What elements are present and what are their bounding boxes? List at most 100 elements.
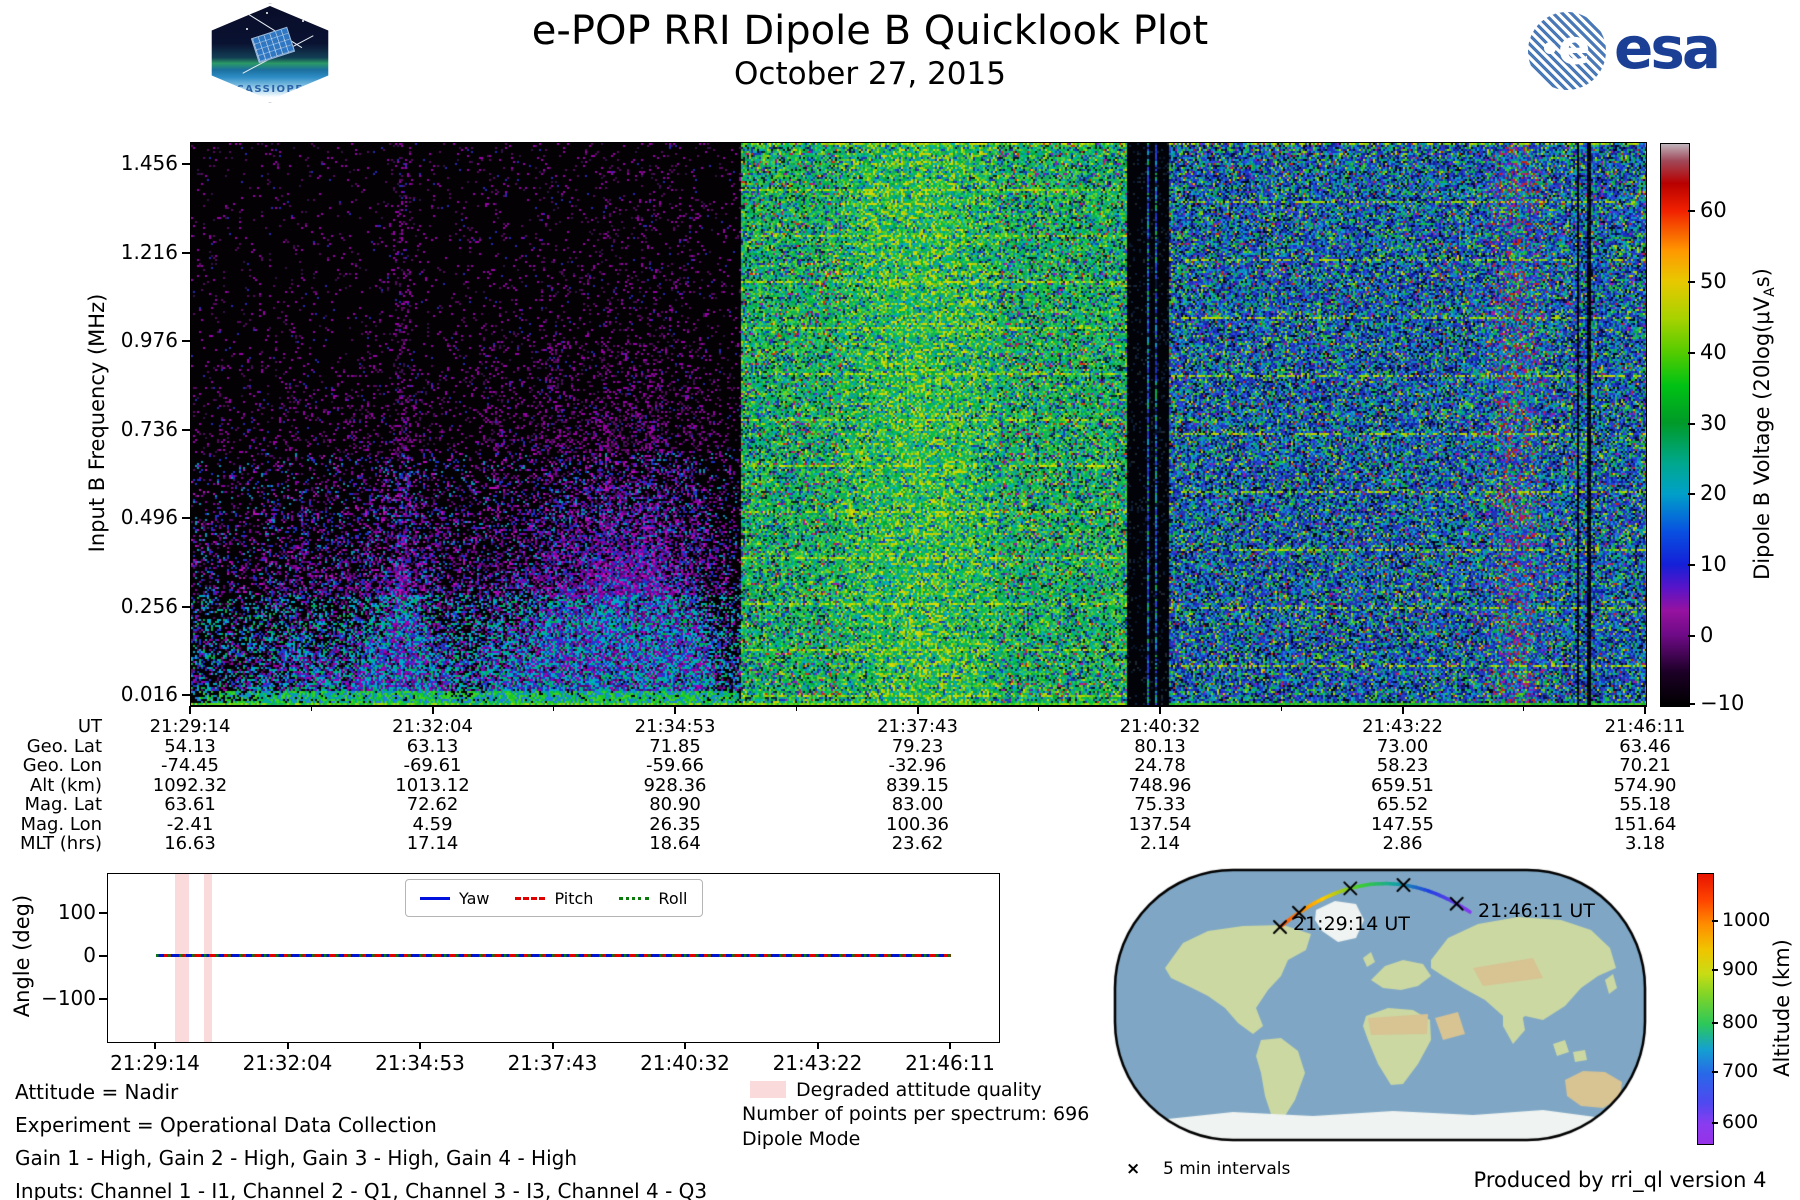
- spectrogram-x-minor-tick-mark: [1281, 706, 1282, 711]
- ephemeris-cell: 23.62: [830, 834, 1006, 854]
- attitude-angle-trace: [156, 954, 951, 957]
- spectrogram-y-tick-mark: [182, 340, 190, 342]
- voltage-colorbar-tick-label: 30: [1700, 411, 1727, 435]
- ephemeris-column: 21:34:5371.85-59.66928.3680.9026.3518.64: [587, 717, 763, 854]
- star-icon: [266, 12, 268, 14]
- angle-plot-x-tick-label: 21:37:43: [483, 1051, 623, 1075]
- spectrogram-y-tick-mark: [182, 517, 190, 519]
- voltage-colorbar-label-pre: Dipole B Voltage (20log(μV: [1750, 297, 1774, 580]
- ephemeris-cell: 100.36: [830, 815, 1006, 835]
- spectrogram-x-minor-tick-mark: [311, 706, 312, 711]
- ephemeris-cell: 54.13: [102, 737, 278, 757]
- spectrogram-y-tick-label: 0.976: [80, 328, 178, 352]
- ephemeris-cell: 4.59: [345, 815, 521, 835]
- altitude-colorbar-tick-mark: [1712, 1022, 1718, 1024]
- ephemeris-cell: 151.64: [1557, 815, 1733, 835]
- spectrogram-x-tick-mark: [432, 706, 434, 714]
- ephemeris-cell: 79.23: [830, 737, 1006, 757]
- ephemeris-cell: -32.96: [830, 756, 1006, 776]
- angle-plot-x-tick-mark: [949, 1042, 951, 1049]
- ephemeris-row-label: Geo. Lon: [0, 756, 102, 776]
- voltage-colorbar-tick-mark: [1688, 635, 1695, 637]
- spectrogram-y-tick-label: 0.736: [80, 417, 178, 441]
- ephemeris-cell: 26.35: [587, 815, 763, 835]
- ephemeris-cell: 63.13: [345, 737, 521, 757]
- track-end-time-label: 21:46:11 UT: [1478, 900, 1595, 922]
- ephemeris-row-label: UT: [0, 717, 102, 737]
- ephemeris-cell: 73.00: [1315, 737, 1491, 757]
- esa-star-dot-icon: [1544, 42, 1556, 54]
- angle-plot-x-tick-label: 21:32:04: [218, 1051, 358, 1075]
- ephemeris-cell: -74.45: [102, 756, 278, 776]
- angle-plot-x-tick-mark: [154, 1042, 156, 1049]
- angle-plot-y-tick-label: 100: [16, 900, 96, 924]
- annotation-line: Attitude = Nadir: [15, 1080, 178, 1104]
- spectrogram-y-tick-mark: [182, 694, 190, 696]
- voltage-colorbar-label-sub: A: [1762, 287, 1778, 297]
- angle-plot-x-tick-mark: [287, 1042, 289, 1049]
- ephemeris-column: 21:37:4379.23-32.96839.1583.00100.3623.6…: [830, 717, 1006, 854]
- altitude-colorbar-tick-label: 900: [1722, 958, 1758, 980]
- angle-plot-y-tick-mark: [99, 912, 107, 914]
- degraded-quality-label: Degraded attitude quality: [796, 1079, 1042, 1101]
- ephemeris-cell: 83.00: [830, 795, 1006, 815]
- spectrogram-y-tick-label: 0.496: [80, 505, 178, 529]
- ephemeris-cell: 1092.32: [102, 776, 278, 796]
- angle-plot-y-tick-label: 0: [16, 943, 96, 967]
- ephemeris-cell: 21:46:11: [1557, 717, 1733, 737]
- angle-plot-y-tick-label: −100: [16, 986, 96, 1010]
- legend-entry: Yaw: [420, 889, 489, 908]
- annotation-line: Inputs: Channel 1 - I1, Channel 2 - Q1, …: [15, 1179, 707, 1200]
- spectrogram-x-tick-mark: [189, 706, 191, 714]
- spectrogram-x-minor-tick-mark: [796, 706, 797, 711]
- spectrogram-x-minor-tick-mark: [553, 706, 554, 711]
- spectrogram-x-tick-mark: [1159, 706, 1161, 714]
- spectrogram-x-tick-mark: [917, 706, 919, 714]
- spectrogram-canvas: [190, 142, 1647, 707]
- legend-entry: Roll: [619, 889, 687, 908]
- angle-plot-x-tick-mark: [419, 1042, 421, 1049]
- angle-plot-legend: Yaw Pitch Roll: [405, 879, 703, 917]
- annotation-line: Gain 1 - High, Gain 2 - High, Gain 3 - H…: [15, 1146, 577, 1170]
- ephemeris-row-labels: UTGeo. LatGeo. LonAlt (km)Mag. LatMag. L…: [0, 717, 102, 854]
- ephemeris-cell: 928.36: [587, 776, 763, 796]
- ephemeris-cell: -2.41: [102, 815, 278, 835]
- altitude-colorbar-tick-label: 800: [1722, 1011, 1758, 1033]
- x-marker-icon: ×: [1126, 1159, 1140, 1179]
- ephemeris-cell: 1013.12: [345, 776, 521, 796]
- dipole-mode-label: Dipole Mode: [742, 1128, 860, 1150]
- ephemeris-cell: 21:34:53: [587, 717, 763, 737]
- esa-logo: e esa: [1528, 12, 1718, 90]
- altitude-colorbar-tick-label: 1000: [1722, 909, 1770, 931]
- angle-plot-x-tick-label: 21:34:53: [350, 1051, 490, 1075]
- voltage-colorbar-tick-label: 50: [1700, 269, 1727, 293]
- voltage-colorbar-tick-label: 0: [1700, 623, 1713, 647]
- ephemeris-column: 21:46:1163.4670.21574.9055.18151.643.18: [1557, 717, 1733, 854]
- spectrogram-x-minor-tick-mark: [1038, 706, 1039, 711]
- marker-interval-label: 5 min intervals: [1163, 1159, 1290, 1179]
- voltage-colorbar-tick-mark: [1688, 493, 1695, 495]
- ephemeris-cell: 80.90: [587, 795, 763, 815]
- spectrogram-y-tick-label: 1.456: [80, 151, 178, 175]
- spectrogram-x-tick-mark: [1644, 706, 1646, 714]
- voltage-colorbar-tick-label: 10: [1700, 552, 1727, 576]
- star-icon: [230, 16, 232, 18]
- roll-line-sample-icon: [619, 897, 649, 900]
- voltage-colorbar-tick-mark: [1688, 352, 1695, 354]
- angle-plot-x-tick-mark: [552, 1042, 554, 1049]
- ephemeris-cell: 72.62: [345, 795, 521, 815]
- ephemeris-cell: 21:40:32: [1072, 717, 1248, 737]
- angle-plot-y-tick-mark: [99, 955, 107, 957]
- ephemeris-cell: 55.18: [1557, 795, 1733, 815]
- altitude-colorbar-tick-mark: [1712, 1122, 1718, 1124]
- page-title: e-POP RRI Dipole B Quicklook Plot: [270, 8, 1470, 54]
- spectrogram-x-tick-mark: [674, 706, 676, 714]
- ephemeris-cell: 80.13: [1072, 737, 1248, 757]
- angle-plot-x-tick-mark: [684, 1042, 686, 1049]
- spectrogram-y-tick-label: 1.216: [80, 240, 178, 264]
- ephemeris-cell: 63.61: [102, 795, 278, 815]
- altitude-colorbar-tick-mark: [1712, 1071, 1718, 1073]
- voltage-colorbar-tick-mark: [1688, 210, 1695, 212]
- ephemeris-cell: 21:43:22: [1315, 717, 1491, 737]
- legend-label: Pitch: [554, 889, 593, 908]
